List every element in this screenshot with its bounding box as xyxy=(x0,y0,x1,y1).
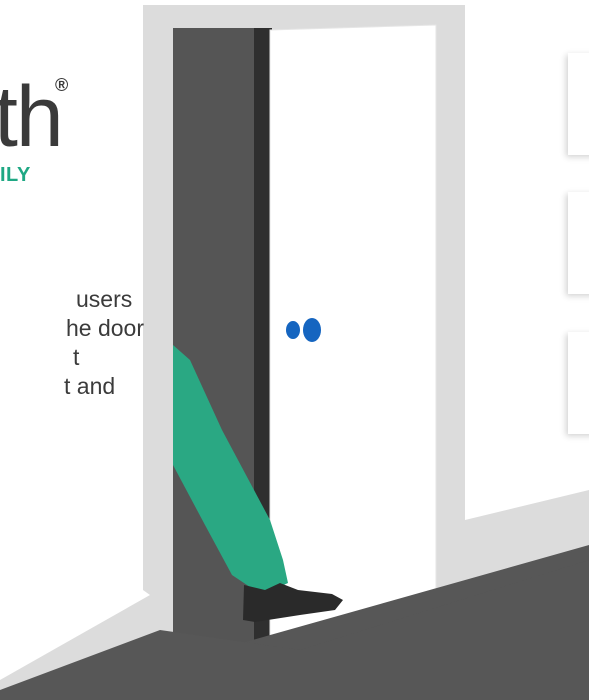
intro-paragraph: users he door t t and xyxy=(0,285,160,401)
brand-logo: th ® ILY xyxy=(0,60,100,200)
intro-line-4: t and xyxy=(64,373,116,399)
logo-tagline: ILY xyxy=(0,164,31,186)
intro-line-2: he door xyxy=(66,315,145,341)
door-knob-icon-2 xyxy=(303,318,321,342)
intro-line-3: t xyxy=(73,344,80,370)
door-knob-icon xyxy=(286,321,300,339)
card-top xyxy=(568,53,589,155)
registered-mark: ® xyxy=(55,75,69,95)
card-middle xyxy=(568,192,589,294)
logo-letters: th xyxy=(0,69,64,165)
intro-line-1: users xyxy=(76,286,133,312)
card-bottom xyxy=(568,332,589,434)
